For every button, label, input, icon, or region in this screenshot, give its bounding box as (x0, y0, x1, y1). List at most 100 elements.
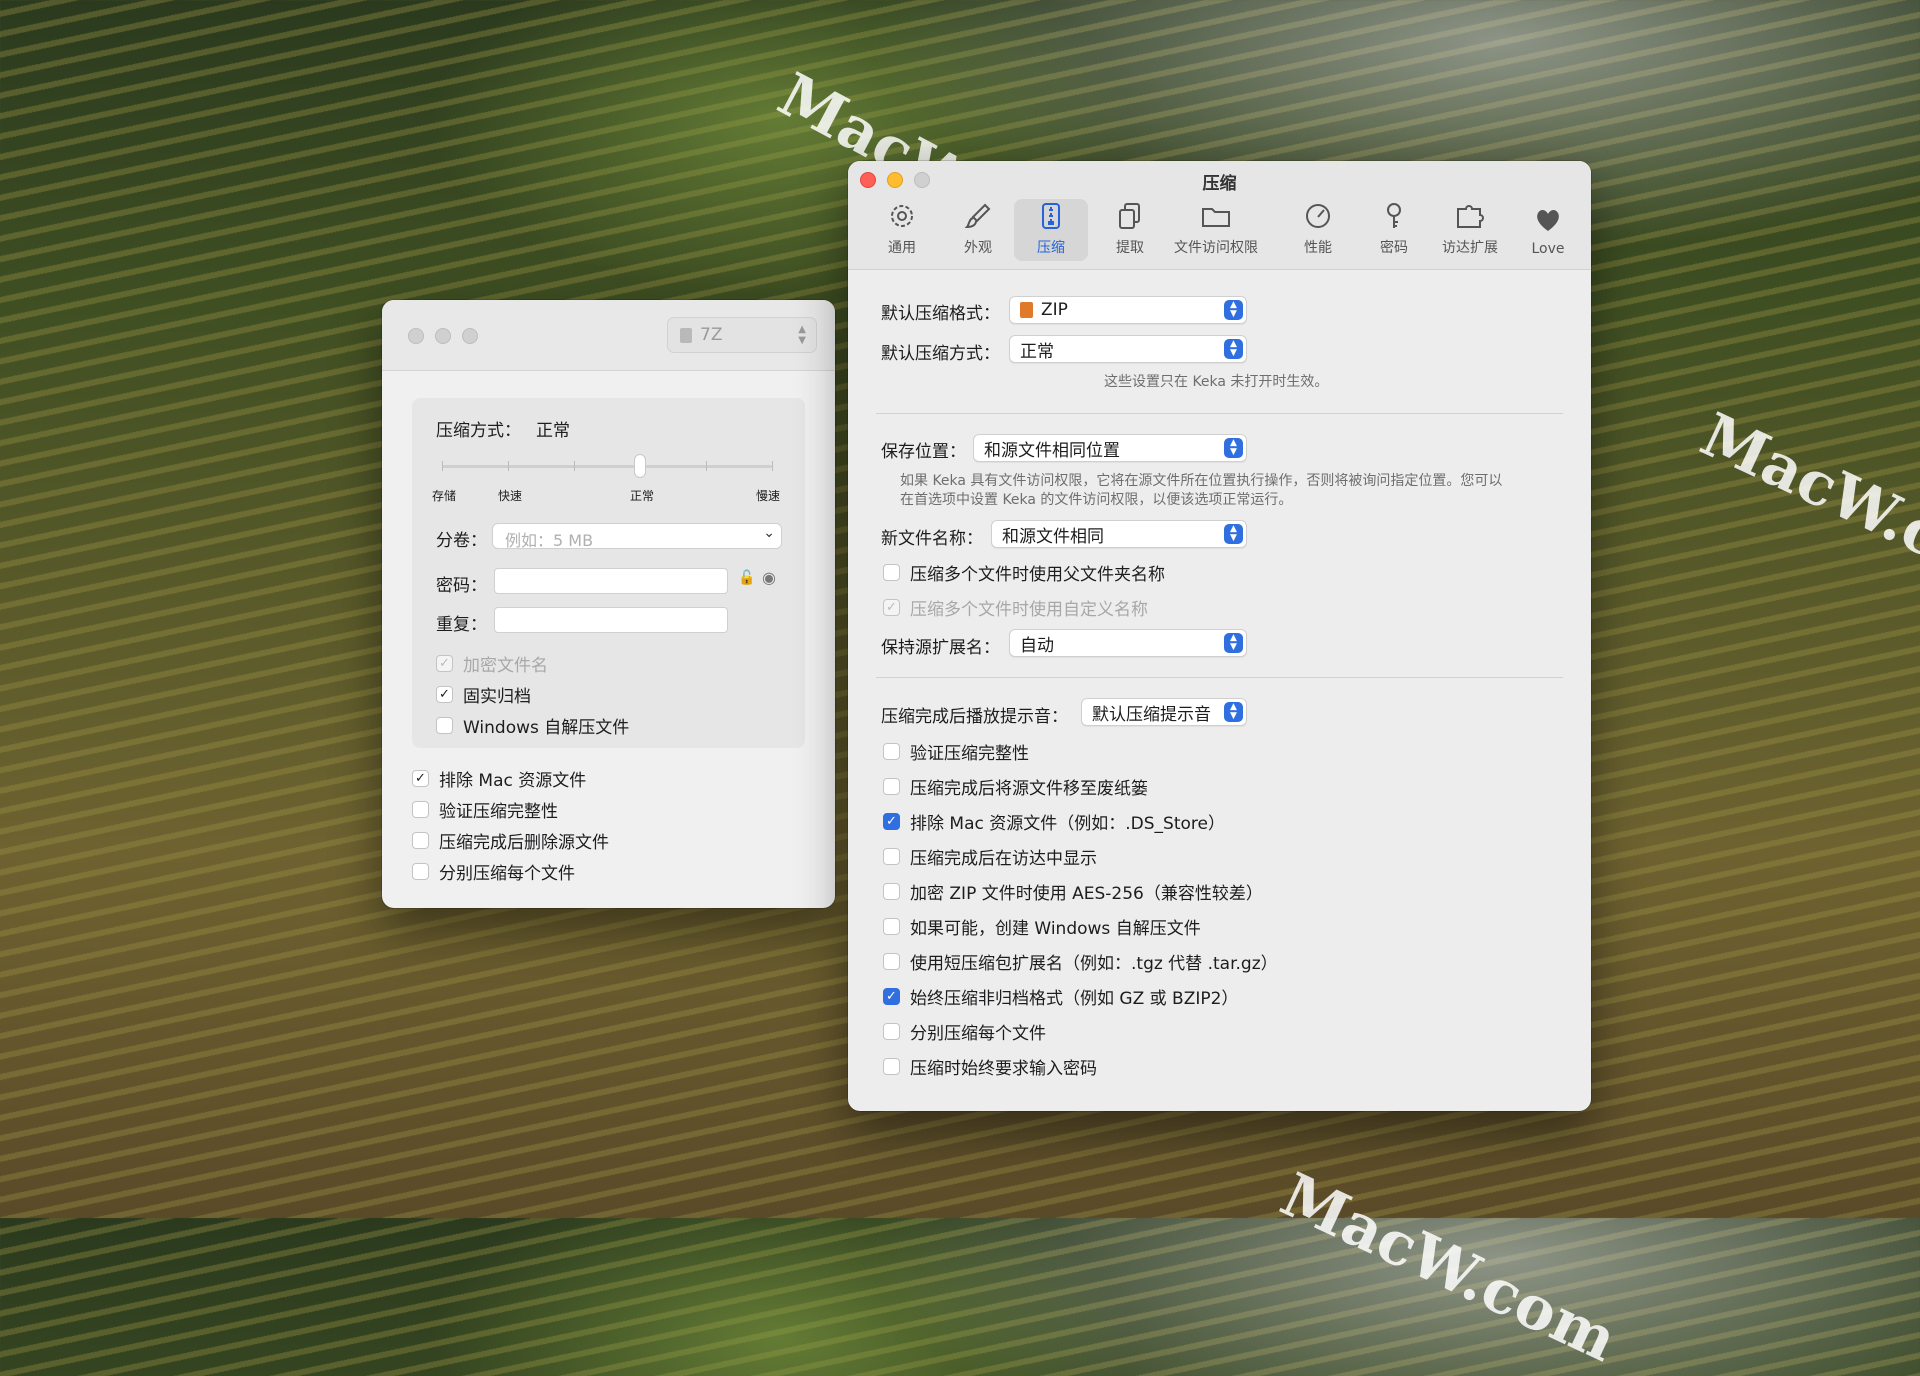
format-selector[interactable]: 7Z ▲ ▼ (667, 317, 817, 353)
toolbar: 压缩 通用 外观 压缩 提取 文件访问权限 性能 密码 访达扩展 Love (848, 161, 1591, 270)
tab-password[interactable]: 密码 (1366, 199, 1422, 261)
move-to-trash-option[interactable]: 压缩完成后将源文件移至废纸篓 (883, 774, 1148, 799)
checkbox[interactable] (883, 743, 900, 760)
checkbox[interactable] (883, 918, 900, 935)
aes256-option[interactable]: 加密 ZIP 文件时使用 AES-256（兼容性较差） (883, 879, 1263, 904)
exclude-mac-files-option[interactable]: ✓ 排除 Mac 资源文件 (412, 766, 586, 791)
keep-extension-popup[interactable]: 自动 ▲ ▼ (1009, 629, 1247, 657)
keep-extension-label: 保持源扩展名： (881, 638, 1000, 658)
tab-file-access[interactable]: 文件访问权限 (1168, 199, 1264, 261)
chevron-updown-icon: ▲ ▼ (1224, 339, 1243, 359)
tab-general[interactable]: 通用 (874, 199, 930, 261)
tab-extraction[interactable]: 提取 (1102, 199, 1158, 261)
checkbox[interactable] (412, 832, 429, 849)
gauge-icon (1306, 204, 1330, 228)
heart-icon (1537, 210, 1559, 231)
slider-thumb[interactable] (634, 454, 646, 478)
close-button[interactable] (408, 328, 424, 344)
format-value: 7Z (700, 325, 723, 345)
separator (876, 677, 1563, 678)
zoom-button[interactable] (462, 328, 478, 344)
password-input[interactable] (494, 568, 728, 594)
parent-folder-name-option[interactable]: 压缩多个文件时使用父文件夹名称 (883, 560, 1165, 585)
compress-separately-option[interactable]: 分别压缩每个文件 (412, 859, 575, 884)
filename-label: 新文件名称： (881, 529, 983, 549)
minimize-button[interactable] (435, 328, 451, 344)
checkbox[interactable]: ✓ (883, 988, 900, 1005)
split-input[interactable]: 例如：5 MB ⌄ (492, 523, 782, 550)
tick-label: 正常 (630, 489, 655, 503)
chevron-updown-icon: ▲ ▼ (798, 324, 806, 346)
exclude-mac-files-option[interactable]: ✓ 排除 Mac 资源文件（例如：.DS_Store） (883, 809, 1225, 834)
checkbox[interactable] (436, 717, 453, 734)
custom-name-option[interactable]: ✓ 压缩多个文件时使用自定义名称 (883, 595, 1148, 620)
solid-archive-option[interactable]: ✓ 固实归档 (436, 682, 531, 707)
checkbox[interactable]: ✓ (883, 813, 900, 830)
checkbox[interactable] (883, 848, 900, 865)
default-format-label: 默认压缩格式： (881, 304, 1000, 324)
encrypt-filenames-option[interactable]: ✓ 加密文件名 (436, 651, 548, 676)
puzzle-icon (1457, 205, 1484, 228)
chevron-updown-icon: ▲ ▼ (1224, 300, 1243, 320)
verify-integrity-option[interactable]: 验证压缩完整性 (412, 797, 558, 822)
document-icon (680, 327, 692, 343)
checkbox[interactable]: ✓ (883, 599, 900, 616)
tab-finder-extension[interactable]: 访达扩展 (1432, 199, 1508, 261)
chevron-updown-icon: ▲ ▼ (1224, 438, 1243, 458)
delete-source-option[interactable]: 压缩完成后删除源文件 (412, 828, 609, 853)
compress-separately-option[interactable]: 分别压缩每个文件 (883, 1019, 1046, 1044)
documents-icon (1119, 203, 1140, 229)
checkbox[interactable] (412, 801, 429, 818)
compression-panel: 压缩方式： 正常 存储 快速 正常 慢速 分卷： 例如：5 MB ⌄ 密码： 🔓… (412, 398, 805, 748)
password-label: 密码： (436, 576, 487, 596)
checkbox[interactable]: ✓ (436, 655, 453, 672)
tab-performance[interactable]: 性能 (1290, 199, 1346, 261)
chevron-updown-icon: ▲ ▼ (1224, 633, 1243, 653)
repeat-label: 重复： (436, 615, 487, 635)
split-placeholder: 例如：5 MB (505, 531, 594, 550)
short-extension-option[interactable]: 使用短压缩包扩展名（例如：.tgz 代替 .tar.gz） (883, 949, 1278, 974)
repeat-input[interactable] (494, 607, 728, 633)
checkbox[interactable] (883, 1058, 900, 1075)
sound-popup[interactable]: 默认压缩提示音 ▲ ▼ (1081, 698, 1247, 726)
gear-icon (891, 205, 913, 227)
checkbox[interactable] (883, 953, 900, 970)
checkbox[interactable] (883, 1023, 900, 1040)
folder-icon (1202, 208, 1230, 227)
compression-slider[interactable] (442, 452, 773, 482)
chevron-updown-icon: ▲ ▼ (1224, 524, 1243, 544)
brush-icon (964, 203, 991, 229)
tab-appearance[interactable]: 外观 (950, 199, 1006, 261)
always-compress-option[interactable]: ✓ 始终压缩非归档格式（例如 GZ 或 BZIP2） (883, 984, 1238, 1009)
default-format-popup[interactable]: ZIP ▲ ▼ (1009, 296, 1247, 324)
separator (876, 413, 1563, 414)
tick-label: 快速 (498, 489, 523, 503)
checkbox[interactable] (412, 863, 429, 880)
eye-icon[interactable]: ◉ (762, 568, 776, 587)
checkbox[interactable] (883, 778, 900, 795)
always-ask-password-option[interactable]: 压缩时始终要求输入密码 (883, 1054, 1097, 1079)
tick-label: 存储 (432, 489, 457, 503)
show-in-finder-option[interactable]: 压缩完成后在访达中显示 (883, 844, 1097, 869)
windows-sfx-option[interactable]: 如果可能，创建 Windows 自解压文件 (883, 914, 1201, 939)
save-location-popup[interactable]: 和源文件相同位置 ▲ ▼ (973, 434, 1247, 462)
windows-sfx-option[interactable]: Windows 自解压文件 (436, 713, 629, 738)
verify-integrity-option[interactable]: 验证压缩完整性 (883, 739, 1029, 764)
lock-icon[interactable]: 🔓 (738, 570, 755, 586)
tick-label: 慢速 (756, 489, 781, 503)
preferences-window: 压缩 通用 外观 压缩 提取 文件访问权限 性能 密码 访达扩展 Love 默认… (848, 161, 1591, 1111)
archive-window: 7Z ▲ ▼ 压缩方式： 正常 存储 快速 正常 慢速 分卷： 例如：5 MB ⌄… (382, 300, 835, 908)
checkbox[interactable] (883, 564, 900, 581)
titlebar: 7Z ▲ ▼ (382, 300, 835, 371)
filename-popup[interactable]: 和源文件相同 ▲ ▼ (991, 520, 1247, 548)
save-location-label: 保存位置： (881, 442, 966, 462)
tab-love[interactable]: Love (1520, 199, 1576, 261)
checkbox[interactable] (883, 883, 900, 900)
tab-compression[interactable]: 压缩 (1014, 199, 1088, 261)
checkbox[interactable]: ✓ (436, 686, 453, 703)
checkbox[interactable]: ✓ (412, 770, 429, 787)
window-title: 压缩 (1202, 174, 1237, 194)
default-method-popup[interactable]: 正常 ▲ ▼ (1009, 335, 1247, 363)
chevron-down-icon: ⌄ (763, 525, 775, 541)
watermark: MacW.com (1270, 1160, 1627, 1376)
